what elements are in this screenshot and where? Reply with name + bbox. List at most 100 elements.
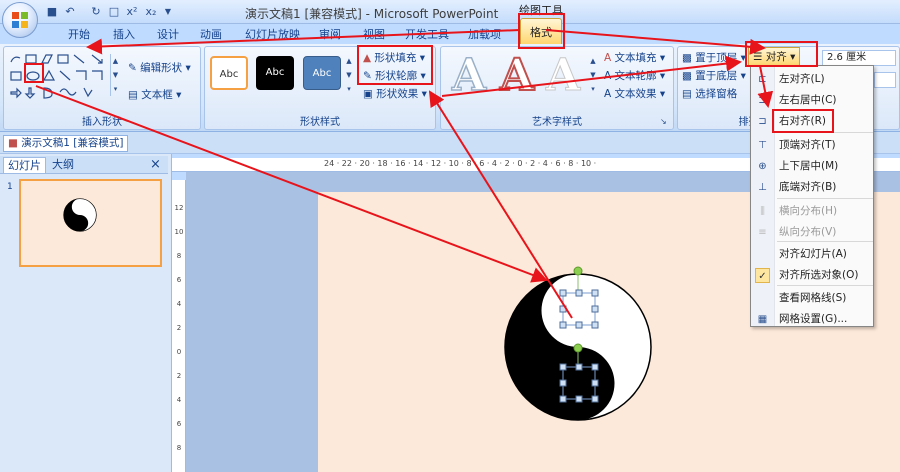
save-icon[interactable]: ■ [44, 4, 60, 20]
rotate-handle-bottom[interactable] [573, 343, 583, 353]
align-menu-item[interactable]: ⊕ 上下居中(M) [751, 156, 873, 177]
align-menu-item[interactable]: ⊏ 左对齐(L) [751, 69, 873, 90]
align-menu-item[interactable]: ⊥ 底端对齐(B) [751, 177, 873, 198]
small-black-circle[interactable] [564, 368, 594, 398]
triangle-shape-icon [42, 69, 56, 81]
bring-front-label: 置于顶层 [695, 52, 738, 64]
tab-design[interactable]: 设计 [157, 26, 179, 44]
tab-slides[interactable]: 幻灯片 [3, 157, 46, 173]
menu-separator [777, 285, 873, 286]
send-back-icon: ▩ [682, 70, 696, 82]
tab-slideshow[interactable]: 幻灯片放映 [245, 26, 300, 44]
bracket-shape-icon [43, 87, 53, 99]
insert-shapes-label: 插入形状 [82, 117, 122, 128]
down-arrow-shape-icon [24, 87, 36, 99]
subscript-button[interactable]: x₂ [143, 4, 159, 20]
text-effects-button[interactable]: A 文本效果 ▾ [604, 86, 665, 102]
send-back-label: 置于底层 [695, 70, 738, 82]
slide-thumbnail[interactable] [19, 179, 162, 267]
align-menu-item-label: 底端对齐(B) [779, 181, 837, 193]
annotation-box-fill-outline [357, 45, 433, 85]
selection-pane-label: 选择窗格 [695, 88, 738, 100]
redo-icon[interactable]: ↻ [88, 4, 104, 20]
wordart-style-3[interactable]: A [545, 53, 580, 98]
vertical-ruler-tick-label: 10 [174, 228, 184, 236]
vertical-ruler-tick-label: 6 [176, 276, 182, 284]
align-menu-item: ⫼ 横向分布(H) [751, 201, 873, 222]
preview-icon[interactable]: □ [106, 4, 122, 20]
edit-shape-button[interactable]: ✎ 编辑形状 ▾ [128, 60, 191, 76]
document-tab[interactable]: ■ 演示文稿1 [兼容模式] [3, 135, 129, 152]
textbox-shape-icon [57, 54, 69, 64]
freeform-shape-icon [83, 87, 93, 98]
align-menu-item[interactable]: ⊤ 顶端对齐(T) [751, 135, 873, 156]
annotation-box-format-tab [518, 13, 565, 49]
align-menu-item[interactable]: ✓ 对齐所选对象(O) [751, 265, 873, 286]
shape-style-scroll[interactable]: ▲ ▼ ▾ [344, 54, 354, 96]
menu-separator [777, 198, 873, 199]
vertical-ruler-tick-label: 2 [176, 324, 182, 332]
send-to-back-button[interactable]: ▩ 置于底层 ▾ [682, 68, 746, 84]
align-menu-item[interactable]: 查看网格线(S) [751, 288, 873, 309]
bring-to-front-button[interactable]: ▩ 置于顶层 ▾ [682, 50, 746, 66]
check-icon: ✓ [755, 268, 770, 283]
text-box-button[interactable]: ▤ 文本框 ▾ [128, 87, 181, 103]
distribute-horizontal-icon: ⫼ [760, 206, 765, 217]
rotate-handle-top[interactable] [573, 266, 583, 276]
thumbnail-yinyang [63, 198, 97, 232]
superscript-button[interactable]: x² [124, 4, 140, 20]
arrow-shape-icon [91, 54, 103, 64]
shape-effects-button[interactable]: ▣ 形状效果 ▾ [363, 86, 427, 102]
tab-animations[interactable]: 动画 [200, 26, 222, 44]
text-fill-button[interactable]: A 文本填充 ▾ [604, 50, 665, 66]
shape-style-swatch-2[interactable]: Abc [256, 56, 294, 90]
edit-shape-label: 编辑形状 [140, 62, 183, 74]
office-logo-icon [12, 12, 29, 29]
shape-style-swatch-3[interactable]: Abc [303, 56, 341, 90]
tab-home[interactable]: 开始 [68, 26, 90, 44]
shape-style-swatch-1[interactable]: Abc [210, 56, 248, 90]
tab-view[interactable]: 视图 [363, 26, 385, 44]
qat-dropdown-icon[interactable]: ▼ [160, 4, 176, 20]
wordart-style-1[interactable]: A [451, 53, 487, 99]
bring-front-icon: ▩ [682, 52, 696, 64]
align-menu-item-label: 左对齐(L) [779, 73, 825, 85]
selection-pane-icon: ▤ [682, 88, 696, 100]
undo-icon[interactable]: ↶ [62, 4, 78, 20]
tab-developer[interactable]: 开发工具 [405, 26, 449, 44]
align-menu-item-label: 纵向分布(V) [779, 226, 837, 238]
text-box-label: 文本框 [141, 89, 173, 101]
align-right-icon: ⊐ [758, 116, 767, 127]
slide-number: 1 [7, 182, 13, 192]
shape-gallery-scroll[interactable]: ▲ ▼ ▾ [110, 54, 120, 96]
wordart-scroll[interactable]: ▲ ▼ ▾ [588, 54, 598, 96]
tab-outline[interactable]: 大纲 [52, 157, 74, 173]
tab-insert[interactable]: 插入 [113, 26, 135, 44]
effects-icon: ▣ [363, 88, 377, 100]
align-menu-item-label: 对齐所选对象(O) [779, 269, 859, 281]
rect-shape-icon [25, 54, 37, 64]
text-effects-label: 文本效果 [614, 88, 657, 100]
selection-pane-button[interactable]: ▤ 选择窗格 [682, 86, 737, 102]
right-arrow-shape-icon [10, 87, 22, 99]
vertical-ruler-tick-label: 0 [176, 348, 182, 356]
small-white-circle[interactable] [564, 294, 594, 324]
yinyang-shape[interactable] [497, 265, 659, 425]
presentation-icon: ■ [8, 137, 22, 149]
vertical-ruler-tick-label: 2 [176, 372, 182, 380]
wordart-style-2[interactable]: A [499, 53, 535, 99]
align-menu-item[interactable]: ⊐ 左右居中(C) [751, 90, 873, 111]
tab-review[interactable]: 审阅 [319, 26, 341, 44]
pane-close-icon[interactable]: × [150, 157, 161, 173]
vertical-ruler-labels: 12 10 8 6 4 2 0 2 4 6 8 [172, 196, 186, 460]
shape-width-input[interactable] [874, 72, 896, 88]
tab-addins[interactable]: 加载项 [468, 26, 501, 44]
shape-height-input[interactable]: 2.6 厘米 [822, 50, 896, 66]
align-menu-item[interactable]: 对齐幻灯片(A) [751, 244, 873, 265]
office-button[interactable] [2, 2, 38, 38]
align-middle-icon: ⊕ [758, 161, 767, 172]
edit-shape-icon: ✎ [128, 62, 141, 74]
align-menu-item[interactable]: ▦ 网格设置(G)... [751, 309, 873, 330]
parallelogram-shape-icon [41, 54, 53, 64]
text-outline-button[interactable]: A 文本轮廓 ▾ [604, 68, 665, 84]
